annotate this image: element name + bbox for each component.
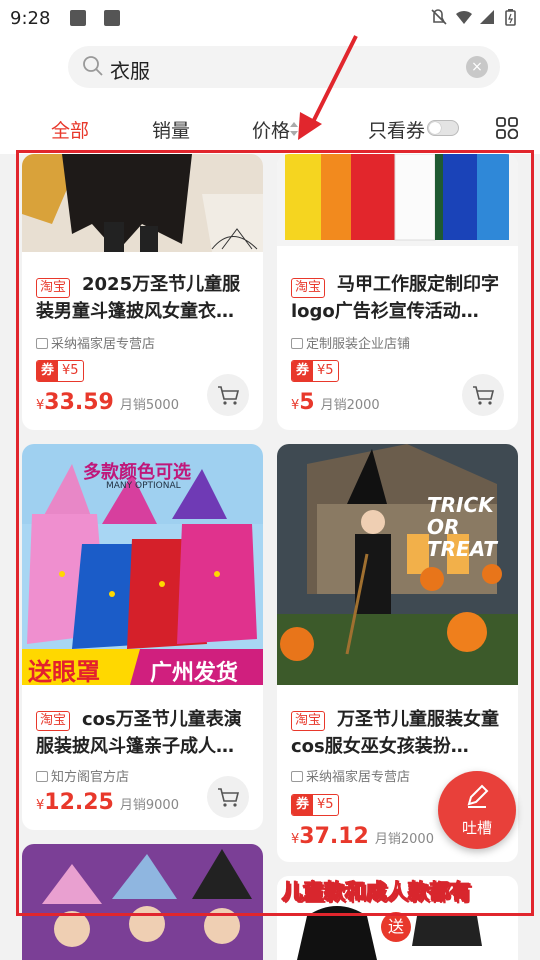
annotation-caption: 儿童款和成人款都有 [282,880,472,905]
annotation-arrow [298,35,358,140]
